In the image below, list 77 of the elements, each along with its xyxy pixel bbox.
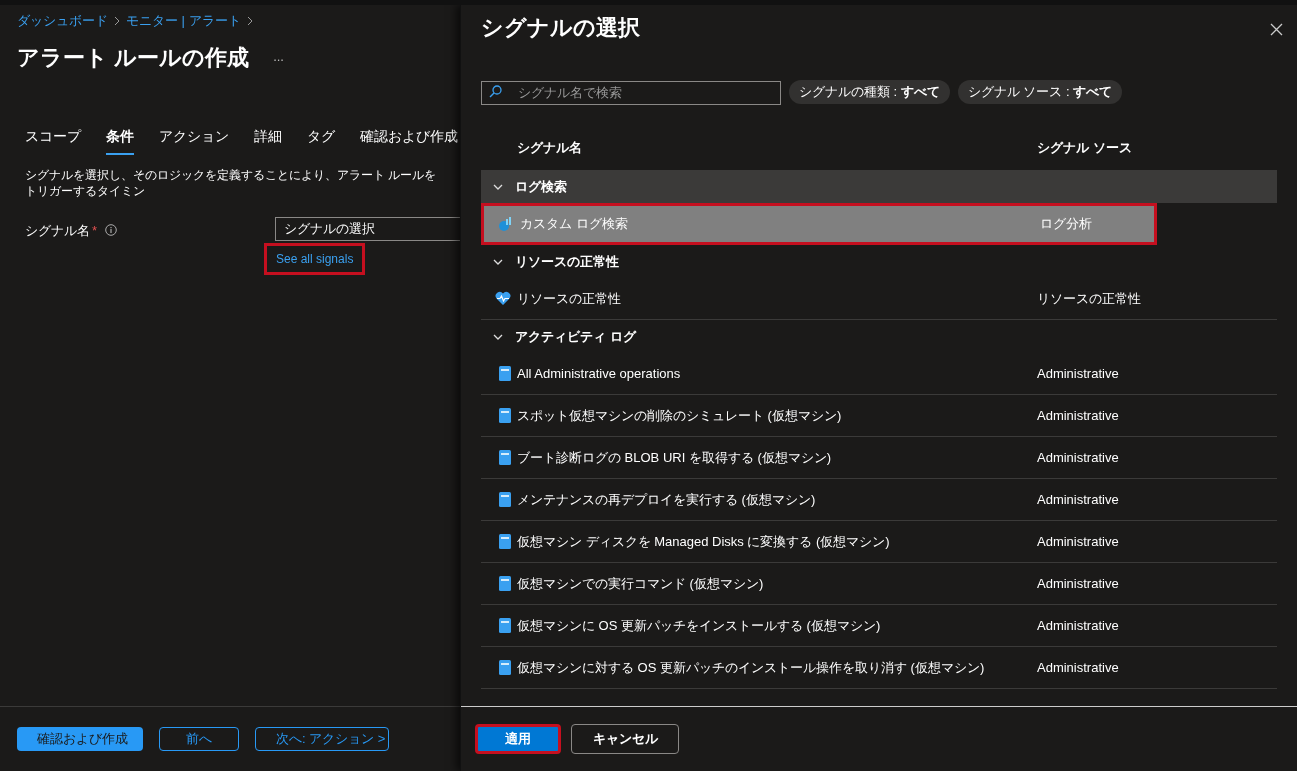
signal-row[interactable]: 仮想マシンでの実行コマンド (仮想マシン) Administrative [481,563,1277,605]
document-icon [499,660,511,675]
document-icon [499,618,511,633]
description-text: シグナルを選択し、そのロジックを定義することにより、アラート ルールをトリガーするタイミン [24,166,438,199]
signal-source: Administrative [1037,490,1119,509]
signal-name: 仮想マシン ディスクを Managed Disks に変換する (仮想マシン) [517,532,891,551]
signal-source: リソースの正常性 [1037,289,1141,308]
group-header[interactable]: ログ検索 [481,170,1277,203]
more-button[interactable]: ... [273,47,284,67]
heart-pulse-icon [495,291,511,306]
filter-pill[interactable]: シグナルの種類 : すべて [789,80,950,104]
cancel-button[interactable]: キャンセル [571,724,679,754]
tab[interactable]: 詳細 [254,125,282,155]
required-mark: * [92,221,98,240]
footer-button[interactable]: 確認および作成 [17,727,143,751]
column-header: シグナル名 [516,139,583,158]
signal-name: 仮想マシンでの実行コマンド (仮想マシン) [517,574,765,593]
search-icon [489,85,502,98]
document-icon [499,408,511,423]
signal-row[interactable]: ブート診断ログの BLOB URI を取得する (仮想マシン) Administrative [481,437,1277,479]
signal-row[interactable]: All Administrative operations Administrative [481,353,1277,395]
breadcrumb-link[interactable]: ダッシュボード [17,11,108,31]
signal-source: Administrative [1037,406,1119,425]
signal-source: Administrative [1037,532,1119,551]
signal-source: Administrative [1037,448,1119,467]
signal-source: Administrative [1037,364,1119,383]
tab[interactable]: アクション [159,125,229,155]
signal-name: メンテナンスの再デプロイを実行する (仮想マシン) [517,490,817,509]
signal-source: Administrative [1037,658,1119,677]
footer-button[interactable]: 次へ: アクション > [255,727,389,751]
signal-source: Administrative [1037,574,1119,593]
info-icon [105,223,118,236]
tab[interactable]: 条件 [106,125,134,155]
signal-select-field[interactable]: シグナルの選択 [275,216,460,241]
tab[interactable]: 確認および作成 [360,125,458,155]
panel-title: シグナルの選択 [481,14,640,42]
page-title: アラート ルールの作成 [17,43,250,72]
signal-name: ブート診断ログの BLOB URI を取得する (仮想マシン) [517,448,833,467]
apply-button[interactable]: 適用 [475,724,561,754]
see-all-signals-link[interactable]: See all signals [264,242,366,275]
signal-name: 仮想マシンに OS 更新パッチをインストールする (仮想マシン) [517,616,882,635]
document-icon [499,576,511,591]
chevron-icon[interactable] [493,258,503,265]
footer-button[interactable]: 前へ [159,727,239,751]
close-button[interactable] [1268,21,1285,38]
signal-row[interactable]: 仮想マシンに対する OS 更新パッチのインストール操作を取り消す (仮想マシン) Administrative [481,647,1277,689]
signal-name: スポット仮想マシンの削除のシミュレート (仮想マシン) [517,406,843,425]
signal-name: カスタム ログ検索 [520,215,629,234]
chevron-icon[interactable] [493,333,503,340]
search-field[interactable]: シグナル名で検索 [481,80,781,105]
chevron-right-icon [114,15,120,26]
signal-row[interactable]: 仮想マシンに OS 更新パッチをインストールする (仮想マシン) Administrative [481,605,1277,647]
signal-name: リソースの正常性 [517,289,622,308]
breadcrumb-link[interactable]: モニター | アラート [126,11,241,31]
signal-source: Administrative [1037,616,1119,635]
signal-name: All Administrative operations [517,364,682,383]
signal-row[interactable]: 仮想マシン ディスクを Managed Disks に変換する (仮想マシン) Administrative [481,521,1277,563]
field-label: シグナル名 [25,221,90,240]
signal-name: 仮想マシンに対する OS 更新パッチのインストール操作を取り消す (仮想マシン) [517,658,986,677]
group-header[interactable]: リソースの正常性 [481,245,1277,278]
chevron-right-icon [246,15,253,26]
signal-row[interactable]: カスタム ログ検索 ログ分析 [481,203,1157,245]
signal-source: ログ分析 [1040,215,1092,234]
group-header[interactable]: アクティビティ ログ [481,320,1277,353]
tab[interactable]: タグ [307,125,335,155]
document-icon [499,450,511,465]
signal-row[interactable]: スポット仮想マシンの削除のシミュレート (仮想マシン) Administrative [481,395,1277,437]
document-icon [499,366,511,381]
tab[interactable]: スコープ [25,125,81,155]
column-header: シグナル ソース [1037,139,1132,158]
signal-row[interactable]: メンテナンスの再デプロイを実行する (仮想マシン) Administrative [481,479,1277,521]
chevron-icon[interactable] [493,183,503,190]
document-icon [499,534,511,549]
filter-pill[interactable]: シグナル ソース : すべて [957,80,1123,104]
signal-row[interactable]: リソースの正常性 リソースの正常性 [481,278,1277,320]
document-icon [499,492,511,507]
log-analytics-icon [498,216,514,232]
